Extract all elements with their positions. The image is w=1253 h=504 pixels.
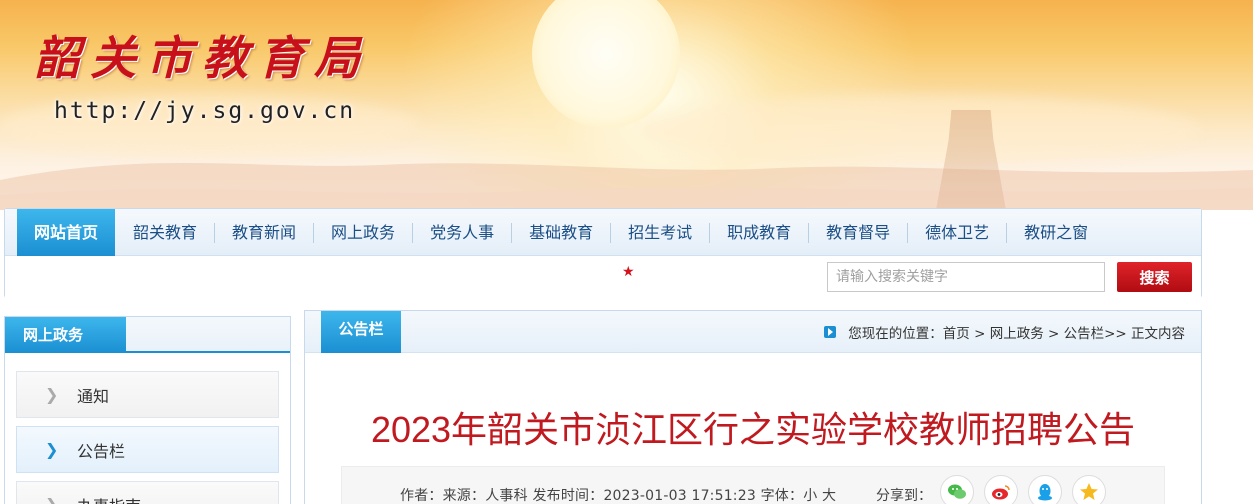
site-url: http://jy.sg.gov.cn xyxy=(54,98,356,124)
sidebar: 网上政务 ❯ 通知 ❯ 公告栏 ❯ 办事指南 xyxy=(4,316,291,504)
main-nav-container: 网站首页 韶关教育 教育新闻 网上政务 党务人事 基础教育 招生考试 职成教育 … xyxy=(4,208,1202,298)
search-button[interactable]: 搜索 xyxy=(1117,262,1192,292)
search-bar: ★ 搜索 xyxy=(5,256,1201,298)
nav-item-admissions-exams[interactable]: 招生考试 xyxy=(610,222,709,243)
search-input[interactable] xyxy=(827,262,1105,292)
nav-item-online-government[interactable]: 网上政务 xyxy=(313,222,412,243)
nav-item-shaoguan-education[interactable]: 韶关教育 xyxy=(116,223,214,243)
article-meta: 作者：来源：人事科 发布时间：2023-01-03 17:51:23 字体：小 … xyxy=(341,466,1165,504)
sidebar-item-label: 通知 xyxy=(77,386,110,406)
nav-item-party-personnel[interactable]: 党务人事 xyxy=(412,222,511,243)
sidebar-item-bulletin[interactable]: ❯ 公告栏 xyxy=(16,426,279,473)
nav-item-education-supervision[interactable]: 教育督导 xyxy=(808,222,907,243)
qzone-icon[interactable] xyxy=(1072,475,1106,504)
location-icon xyxy=(824,326,837,338)
nav-item-education-news[interactable]: 教育新闻 xyxy=(214,222,313,243)
nav-item-moral-sports-arts[interactable]: 德体卫艺 xyxy=(907,222,1006,243)
main-nav: 网站首页 韶关教育 教育新闻 网上政务 党务人事 基础教育 招生考试 职成教育 … xyxy=(5,209,1201,261)
nav-item-vocational-education[interactable]: 职成教育 xyxy=(709,222,808,243)
sidebar-item-label: 办事指南 xyxy=(77,493,141,504)
wechat-icon[interactable] xyxy=(940,475,974,504)
star-icon: ★ xyxy=(622,264,635,280)
breadcrumb: 您现在的位置：首页 > 网上政务 > 公告栏>> 正文内容 xyxy=(824,322,1185,342)
site-logo-title[interactable]: 韶关市教育局 xyxy=(34,22,370,88)
breadcrumb-text[interactable]: 您现在的位置：首页 > 网上政务 > 公告栏>> 正文内容 xyxy=(848,322,1185,342)
nav-item-home[interactable]: 网站首页 xyxy=(17,209,116,261)
hills-graphic xyxy=(0,163,1253,210)
sidebar-title: 网上政务 xyxy=(5,317,126,353)
tab-bulletin[interactable]: 公告栏 xyxy=(321,311,401,353)
article-title: 2023年韶关市浈江区行之实验学校教师招聘公告 xyxy=(370,409,1136,450)
sidebar-item-service-guide[interactable]: ❯ 办事指南 xyxy=(16,481,279,504)
sidebar-item-label: 公告栏 xyxy=(77,441,126,461)
nav-item-basic-education[interactable]: 基础教育 xyxy=(511,222,610,243)
nav-item-teaching-research[interactable]: 教研之窗 xyxy=(1006,222,1105,243)
sidebar-header: 网上政务 xyxy=(5,317,290,353)
chevron-right-icon: ❯ xyxy=(45,440,59,459)
qq-icon[interactable] xyxy=(1028,475,1062,504)
weibo-icon[interactable] xyxy=(984,475,1018,504)
chevron-right-icon: ❯ xyxy=(45,495,77,504)
content-header: 公告栏 您现在的位置：首页 > 网上政务 > 公告栏>> 正文内容 xyxy=(305,311,1201,353)
share-label: 分享到： xyxy=(876,488,932,504)
site-banner: 韶关市教育局 http://jy.sg.gov.cn xyxy=(0,0,1253,210)
chevron-right-icon: ❯ xyxy=(45,385,59,404)
sidebar-item-notices[interactable]: ❯ 通知 xyxy=(16,371,279,418)
main-content: 公告栏 您现在的位置：首页 > 网上政务 > 公告栏>> 正文内容 2023年韶… xyxy=(304,310,1202,504)
article-meta-text: 作者：来源：人事科 发布时间：2023-01-03 17:51:23 字体：小 … xyxy=(400,488,837,504)
